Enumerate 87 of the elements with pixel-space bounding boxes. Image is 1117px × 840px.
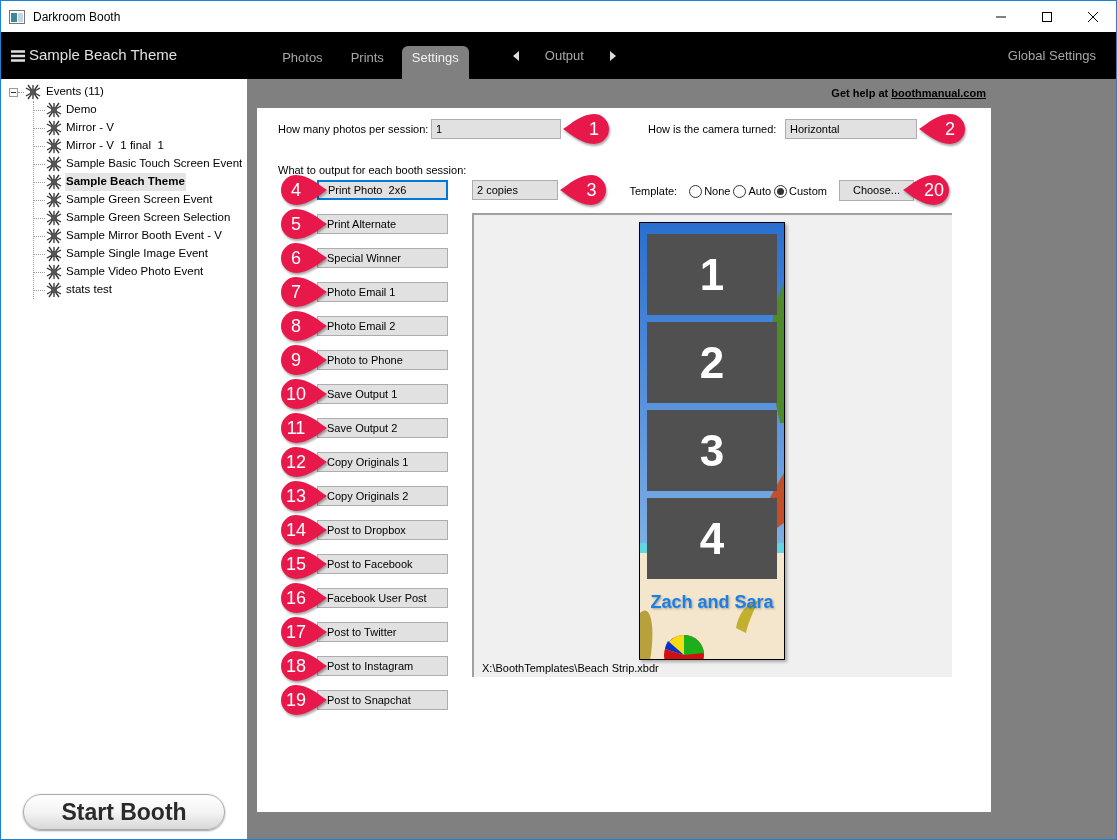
- sparkle-icon: [45, 210, 63, 226]
- tree-item[interactable]: Events (11): [45, 83, 105, 101]
- output-button[interactable]: Print Alternate: [317, 214, 448, 234]
- output-button[interactable]: Post to Facebook: [317, 554, 448, 574]
- output-button[interactable]: Copy Originals 2: [317, 486, 448, 506]
- photo-frame: 4: [647, 498, 777, 579]
- tree-item[interactable]: Sample Mirror Booth Event - V: [65, 227, 223, 245]
- output-button[interactable]: Post to Instagram: [317, 656, 448, 676]
- callout-marker: 5: [278, 208, 328, 240]
- sparkle-icon: [45, 174, 63, 190]
- camera-dropdown[interactable]: Horizontal: [785, 119, 917, 139]
- tree-item[interactable]: Sample Basic Touch Screen Event: [65, 155, 244, 173]
- global-settings-link[interactable]: Global Settings: [1007, 45, 1096, 66]
- callout-marker: 20: [902, 174, 952, 206]
- output-button[interactable]: Save Output 1: [317, 384, 448, 404]
- choose-button[interactable]: Choose...: [838, 180, 914, 201]
- sparkle-icon: [24, 84, 42, 100]
- left-arrow-icon[interactable]: [512, 50, 519, 61]
- radio-label: Custom: [789, 184, 827, 200]
- tree-item[interactable]: Demo: [65, 101, 98, 119]
- tree-item[interactable]: stats test: [65, 281, 114, 299]
- callout-marker: 8: [278, 310, 328, 342]
- copies-dropdown[interactable]: 2 copies: [472, 180, 559, 200]
- close-icon[interactable]: [1088, 11, 1098, 22]
- photos-dropdown[interactable]: 1: [431, 119, 561, 139]
- output-button[interactable]: Photo Email 1: [317, 282, 448, 302]
- collapse-toggle[interactable]: [9, 87, 18, 97]
- sparkle-icon: [45, 282, 63, 298]
- help-link[interactable]: boothmanual.com: [891, 87, 986, 100]
- output-button[interactable]: Photo to Phone: [317, 350, 448, 370]
- output-button[interactable]: Copy Originals 1: [317, 452, 448, 472]
- output-button[interactable]: Post to Twitter: [317, 622, 448, 642]
- tree-item[interactable]: Mirror - V 1 final 1: [65, 137, 165, 155]
- callout-marker: 9: [278, 344, 328, 376]
- output-button[interactable]: Print Photo 2x6: [317, 180, 448, 200]
- radio-button[interactable]: [733, 185, 747, 198]
- sparkle-icon: [45, 102, 63, 118]
- event-title: Sample Beach Theme: [29, 45, 178, 66]
- radio-label: Auto: [748, 184, 772, 200]
- window-title: Darkroom Booth: [33, 8, 121, 26]
- tree-item[interactable]: Sample Single Image Event: [65, 245, 209, 263]
- callout-marker: 2: [918, 113, 968, 145]
- callout-marker: 1: [562, 113, 612, 145]
- right-arrow-icon[interactable]: [609, 50, 616, 61]
- photo-frame: 1: [647, 234, 777, 315]
- field-label: How many photos per session:: [278, 121, 430, 137]
- sparkle-icon: [45, 156, 63, 172]
- section-heading: What to output for each booth session:: [278, 163, 468, 176]
- output-label: Output: [544, 46, 584, 65]
- sparkle-icon: [45, 138, 63, 154]
- radio-label: None: [704, 184, 731, 200]
- output-button[interactable]: Post to Snapchat: [317, 690, 448, 710]
- app-icon: [9, 9, 25, 24]
- callout-marker: 6: [278, 242, 328, 274]
- output-button[interactable]: Photo Email 2: [317, 316, 448, 336]
- tree-item[interactable]: Mirror - V: [65, 119, 115, 137]
- output-button[interactable]: Post to Dropbox: [317, 520, 448, 540]
- photo-frame: 3: [647, 410, 777, 491]
- radio-button[interactable]: [774, 185, 788, 198]
- template-path: X:\BoothTemplates\Beach Strip.xbdr: [482, 660, 660, 676]
- sparkle-icon: [45, 264, 63, 280]
- minus-icon: [11, 89, 16, 95]
- photo-frame: 2: [647, 322, 777, 403]
- callout-marker: 7: [278, 276, 328, 308]
- tree-item[interactable]: Sample Beach Theme: [65, 173, 186, 191]
- callout-marker: 4: [278, 174, 328, 206]
- sparkle-icon: [45, 120, 63, 136]
- sparkle-icon: [45, 228, 63, 244]
- tree-item[interactable]: Sample Green Screen Event: [65, 191, 214, 209]
- template-label: Template:: [629, 184, 678, 200]
- sparkle-icon: [45, 192, 63, 208]
- tree-item[interactable]: Sample Green Screen Selection: [65, 209, 232, 227]
- output-button[interactable]: Facebook User Post: [317, 588, 448, 608]
- radio-button[interactable]: [689, 185, 703, 198]
- output-button[interactable]: Save Output 2: [317, 418, 448, 438]
- output-button[interactable]: Special Winner: [317, 248, 448, 268]
- maximize-icon[interactable]: [1042, 11, 1052, 22]
- nav-tab[interactable]: Settings: [401, 46, 469, 79]
- menu-icon[interactable]: [11, 49, 25, 62]
- start-booth-button[interactable]: Start Booth: [23, 794, 225, 830]
- nav-tab[interactable]: Prints: [340, 46, 394, 79]
- tree-item[interactable]: Sample Video Photo Event: [65, 263, 205, 281]
- field-label: How is the camera turned:: [648, 121, 778, 137]
- strip-caption: Zach and Sara: [650, 591, 774, 614]
- help-text: Get help at boothmanual.com: [831, 86, 986, 102]
- nav-tab[interactable]: Photos: [272, 46, 333, 79]
- sparkle-icon: [45, 246, 63, 262]
